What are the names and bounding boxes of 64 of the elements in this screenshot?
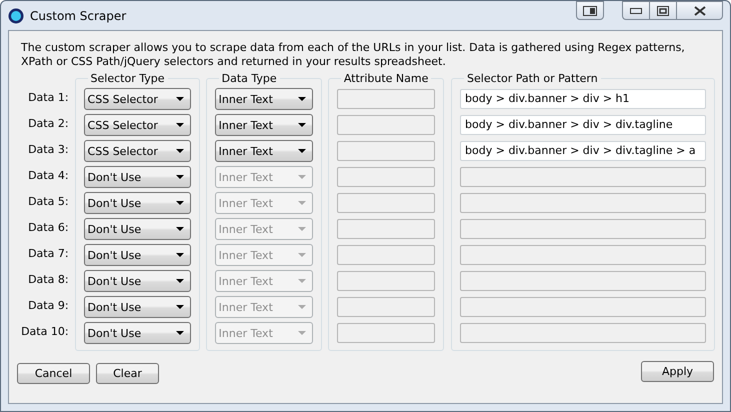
selector-type-dropdown[interactable]: Don't Use	[84, 192, 191, 214]
caret-icon	[176, 123, 184, 127]
selector-type-dropdown[interactable]: CSS Selector	[84, 88, 191, 110]
row-label: Data 4:	[27, 168, 70, 184]
row-label: Data 5:	[27, 194, 70, 210]
group-title: Selector Path or Pattern	[466, 72, 599, 85]
caret-icon	[176, 331, 184, 335]
selector-path-field[interactable]: body > div.banner > div > h1	[460, 89, 706, 109]
caret-icon	[298, 175, 306, 179]
row-label: Data 9:	[27, 298, 70, 314]
caret-icon	[298, 97, 306, 101]
caret-icon	[176, 253, 184, 257]
data-type-dropdown[interactable]: Inner Text	[214, 88, 313, 110]
dialog-button[interactable]: Clear	[96, 363, 159, 384]
selector-path-field[interactable]: body > div.banner > div > div.tagline	[460, 115, 706, 135]
row-label: Data 7:	[27, 246, 70, 262]
group-title: Selector Type	[90, 72, 166, 85]
caret-icon	[298, 149, 306, 153]
caret-icon	[298, 279, 306, 283]
selector-type-dropdown[interactable]: Don't Use	[84, 166, 191, 188]
caret-icon	[176, 97, 184, 101]
window-icon	[583, 6, 597, 16]
data-type-dropdown[interactable]: Inner Text	[214, 140, 313, 162]
caret-icon	[176, 201, 184, 205]
minimize-button[interactable]	[622, 1, 649, 20]
caret-icon	[298, 227, 306, 231]
row-label: Data 8:	[27, 272, 70, 288]
snap-button[interactable]	[576, 1, 604, 20]
app-icon	[8, 8, 24, 24]
selector-type-dropdown[interactable]: Don't Use	[84, 322, 191, 344]
caret-icon	[298, 331, 306, 335]
row-label: Data 10:	[20, 324, 70, 340]
caret-icon	[298, 253, 306, 257]
maximize-button[interactable]	[649, 1, 676, 20]
caret-icon	[176, 279, 184, 283]
close-button[interactable]	[676, 1, 723, 20]
close-icon	[694, 6, 706, 16]
selector-type-dropdown[interactable]: Don't Use	[84, 270, 191, 292]
caret-icon	[176, 305, 184, 309]
description-text: The custom scraper allows you to scrape data from each of the URLs in your list. Data is gathered using Regex patterns, XPath or CSS Path/jQuery selectors and returned in your results spreadsheet.	[21, 41, 686, 69]
group-title: Attribute Name	[342, 72, 430, 85]
selector-type-dropdown[interactable]: CSS Selector	[84, 114, 191, 136]
row-label: Data 2:	[27, 116, 70, 132]
selector-type-dropdown[interactable]: Don't Use	[84, 244, 191, 266]
caret-icon	[176, 149, 184, 153]
caret-icon	[176, 227, 184, 231]
row-label: Data 1:	[27, 90, 70, 106]
selector-type-dropdown[interactable]: Don't Use	[84, 296, 191, 318]
caret-icon	[298, 201, 306, 205]
group-title: Data Type	[220, 72, 278, 85]
caret-icon	[298, 123, 306, 127]
row-label: Data 3:	[27, 142, 70, 158]
caret-icon	[176, 175, 184, 179]
data-type-dropdown[interactable]: Inner Text	[214, 114, 313, 136]
minimize-icon	[630, 8, 642, 14]
caret-icon	[298, 305, 306, 309]
selector-type-dropdown[interactable]: Don't Use	[84, 218, 191, 240]
maximize-icon	[657, 6, 669, 16]
dialog-button[interactable]: Cancel	[17, 363, 90, 384]
selector-type-dropdown[interactable]: CSS Selector	[84, 140, 191, 162]
apply-button[interactable]: Apply	[641, 361, 714, 382]
row-label: Data 6:	[27, 220, 70, 236]
selector-path-field[interactable]: body > div.banner > div > div.tagline > a	[460, 141, 706, 161]
window-title: Custom Scraper	[30, 8, 126, 22]
